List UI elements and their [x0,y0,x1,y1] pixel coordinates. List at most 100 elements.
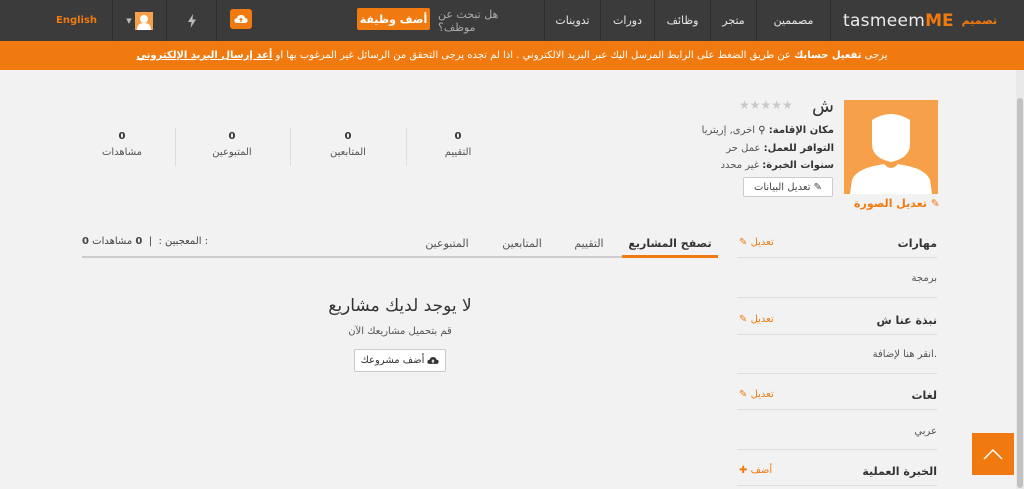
tab-following[interactable]: المتبوعين [412,237,482,255]
rating-stars: ★ ★ ★ ★ ★ [739,98,801,112]
add-project-label: أضف مشروعك [360,355,425,366]
tab-rating[interactable]: التقييم [560,237,618,255]
likes-value: 0 [82,236,89,247]
stat-label: المتابعين [330,147,366,158]
edit-icon: ✎ [739,237,748,248]
section-divider [737,409,937,410]
skills-edit-label: تعديل [750,237,774,248]
activity-cell[interactable] [166,0,216,41]
edit-data-button[interactable]: تعديل البيانات ✎ [743,177,833,197]
language-switch[interactable]: English [56,0,97,41]
edit-photo-label: تعديل الصورة [854,197,927,210]
nav-item-courses[interactable]: دورات [600,0,654,41]
skills-edit-link[interactable]: ✎ تعديل [739,237,774,248]
experience-value: غير محدد [720,160,760,171]
empty-state-title: لا يوجد لديك مشاريع [328,296,472,316]
empty-state-subtitle: قم بتحميل مشاريعك الآن [348,326,452,337]
about-value[interactable]: انقر هنا لإضافة. [737,349,937,360]
stat-value: 0 [454,131,462,142]
logo-arabic: تصميم [961,14,998,27]
site-logo[interactable]: tasmeem ME تصميم [830,0,1024,41]
nav-item-blogs[interactable]: تدوينات [544,0,600,41]
edit-icon: ✎ [813,181,823,193]
resend-email-link[interactable]: أعد إرسال البريد الإلكتروني [137,50,273,61]
stat-label: التقييم [444,147,472,158]
cloud-upload-icon[interactable] [230,9,252,29]
scrollbar-thumb[interactable] [1017,98,1023,488]
search-prompt[interactable]: هل تبحث عن موظف؟ [438,0,538,41]
logo-me: ME [925,10,954,31]
lightning-icon [187,13,196,28]
top-navbar: tasmeem ME تصميم مصممين متجر وظائف دورات ت… [0,0,1024,41]
activation-alert: يرجى تفعيل حسابك عن طريق الضغط على الراب… [0,41,1024,70]
stat-followers[interactable]: 0 المتابعين [290,128,406,168]
stat-label: المتبوعين [212,147,252,158]
availability-line: التوافر للعمل: عمل حر [726,143,834,158]
active-tab-indicator [622,255,718,258]
languages-edit-label: تعديل [750,389,774,400]
nav-item-designers[interactable]: مصممين [756,0,830,41]
tab-followers[interactable]: المتابعين [490,237,554,255]
back-to-top-button[interactable] [972,433,1014,475]
section-divider [737,297,937,298]
likes-label: المعجبين : [158,236,202,247]
section-divider [737,485,937,486]
stat-label: مشاهدات [101,147,143,158]
section-divider [737,449,937,450]
stat-following[interactable]: 0 المتبوعين [174,128,290,168]
availability-label: التوافر للعمل: [763,143,834,154]
alert-activate: تفعيل حسابك [794,50,862,61]
star-icon: ★ [760,98,772,112]
location-label: مكان الإقامة: [768,125,834,136]
page-scrollbar[interactable] [1016,70,1024,489]
edit-icon: ✎ [739,389,748,400]
stat-divider [290,128,291,166]
languages-edit-link[interactable]: ✎ تعديل [739,389,774,400]
section-divider [737,373,937,374]
experience-label: سنوات الخبرة: [762,160,834,171]
alert-prefix: يرجى [864,50,888,61]
star-icon: ★ [771,98,783,112]
profile-name: ش [812,96,834,117]
section-divider [737,257,937,258]
edit-icon: ✎ [930,197,940,210]
user-menu[interactable]: ▼ [112,0,166,41]
experience-add-link[interactable]: ✚ أضف [739,465,772,476]
nav-item-store[interactable]: متجر [710,0,756,41]
about-edit-label: تعديل [750,314,774,325]
section-divider [737,334,937,335]
skills-title: مهارات [897,237,937,250]
about-edit-link[interactable]: ✎ تعديل [739,314,774,325]
experience-add-label: أضف [750,465,773,476]
location-line: مكان الإقامة: ⚲ اخرى, إريتريا [702,125,834,140]
edit-icon: ✎ [739,314,748,325]
skills-header: مهارات ✎ تعديل [737,237,937,253]
experience-line: سنوات الخبرة: غير محدد [721,160,834,175]
about-title: نبذة عنا ش [876,314,937,327]
project-counters: 0 المعجبين : | 0 مشاهدات : [82,236,209,247]
star-icon: ★ [782,98,793,112]
cloud-upload-icon [427,357,440,364]
stat-rating[interactable]: 0 التقييم [400,128,516,168]
about-header: نبذة عنا ش ✎ تعديل [737,314,937,330]
stat-value: 0 [344,131,352,142]
tab-browse-projects[interactable]: تصفح المشاريع [622,237,718,255]
languages-header: لغات ✎ تعديل [737,389,937,405]
availability-value: عمل حر [726,143,761,154]
star-icon: ★ [749,98,761,112]
star-icon: ★ [739,98,750,112]
profile-avatar[interactable] [844,100,938,194]
user-avatar-icon [134,11,153,30]
chevron-up-icon [983,448,1003,460]
edit-data-label: تعديل البيانات [753,181,811,193]
nav-item-jobs[interactable]: وظائف [654,0,710,41]
languages-title: لغات [911,389,937,402]
add-job-button[interactable]: أضف وظيفة [357,8,430,30]
logo-latin: tasmeem [843,10,926,31]
add-project-button[interactable]: أضف مشروعك [354,349,446,372]
edit-photo-link[interactable]: ✎ تعديل الصورة [844,197,940,211]
stat-value: 0 [118,131,126,142]
alert-message: عن طريق الضغط على الرابط المرسل اليك عبر… [275,50,791,61]
work-experience-title: الخبرة العملية [862,465,937,478]
location-value: اخرى, إريتريا [701,125,756,136]
